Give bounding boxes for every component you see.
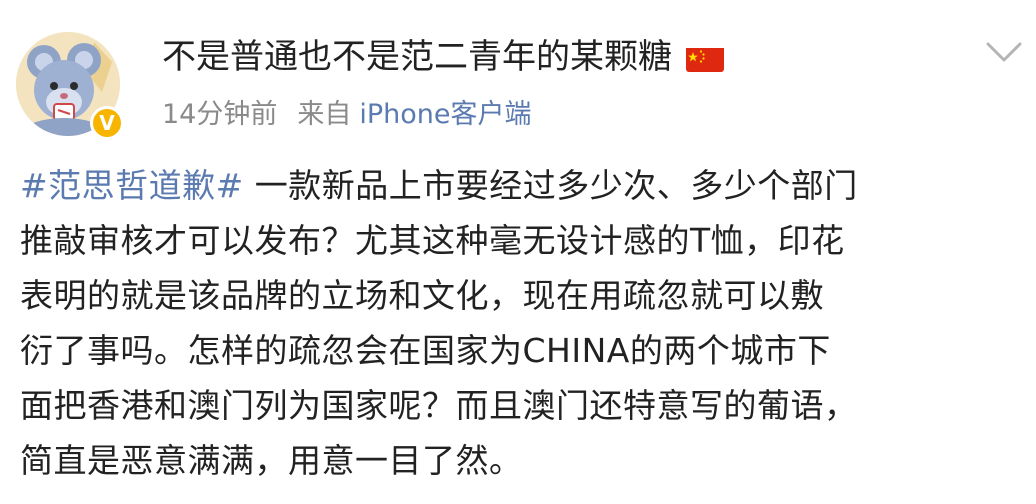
content-line-6: 简直是恶意满满，用意一目了然。 [20, 441, 523, 480]
content-line-1: #范思哲道歉# 一款新品上市要经过多少次、多少个部门 [20, 158, 1020, 213]
topic-hashtag-link[interactable]: #范思哲道歉# [20, 166, 244, 205]
avatar-container[interactable]: V [16, 32, 126, 142]
verified-mark: V [99, 111, 115, 135]
verified-badge-icon: V [90, 106, 124, 140]
post-time: 14分钟前 [162, 99, 278, 130]
content-line-3: 表明的就是该品牌的立场和文化，现在用疏忽就可以敷 [20, 276, 824, 315]
post-meta: 14分钟前 来自 iPhone客户端 [162, 95, 532, 135]
content-text: 一款新品上市要经过多少次、多少个部门 [243, 166, 858, 205]
username[interactable]: 不是普通也不是范二青年的某颗糖 [162, 32, 672, 82]
china-flag-icon [686, 42, 724, 72]
source-label: 来自 [297, 99, 352, 130]
chevron-down-icon[interactable] [984, 38, 1024, 68]
source-device-link[interactable]: iPhone客户端 [359, 99, 531, 130]
content-line-4: 衍了事吗。怎样的疏忽会在国家为CHINA的两个城市下 [20, 331, 831, 370]
weibo-post: V 不是普通也不是范二青年的某颗糖 14分钟前 来自 iPhone客户端 #范思哲道… [0, 0, 1036, 504]
content-line-5: 面把香港和澳门列为国家呢？而且澳门还特意写的葡语， [20, 386, 858, 425]
username-row: 不是普通也不是范二青年的某颗糖 [162, 32, 724, 82]
post-content: #范思哲道歉# 一款新品上市要经过多少次、多少个部门 推敲审核才可以发布？尤其这… [20, 158, 1020, 488]
content-line-2: 推敲审核才可以发布？尤其这种毫无设计感的T恤，印花 [20, 221, 845, 260]
